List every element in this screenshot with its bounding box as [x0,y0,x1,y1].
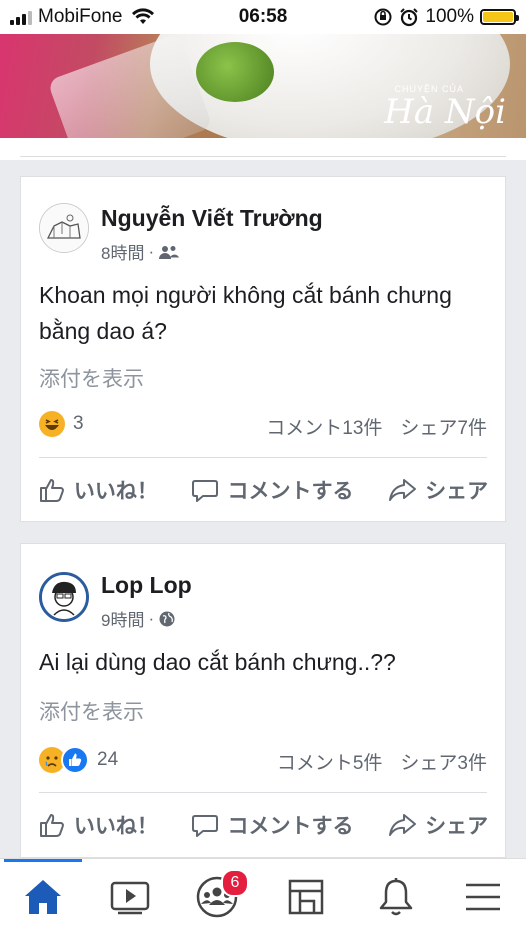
battery-icon [480,9,519,25]
share-button[interactable]: シェア [387,475,488,505]
show-attachment-link[interactable]: 添付を表示 [39,363,144,393]
post-text: Khoan mọi người không cắt bánh chưng bằn… [39,282,452,344]
notifications-icon [379,878,413,916]
alarm-icon [400,8,419,27]
divider [39,792,487,793]
avatar[interactable] [39,203,89,253]
share-icon [389,814,417,836]
reaction-count: 3 [73,413,84,434]
rotation-lock-icon [374,8,392,26]
notification-badge: 6 [221,869,249,897]
like-label: いいね！ [73,815,158,838]
cartoon-avatar-icon [42,575,86,619]
show-attachment-link[interactable]: 添付を表示 [39,696,144,726]
post-text: Ai lại dùng dao cắt bánh chưng..?? [39,649,396,675]
reaction-summary[interactable]: 3 [39,411,84,437]
comment-button[interactable]: コメントする [191,475,353,505]
like-label: いいね！ [73,480,158,503]
like-reaction-icon [61,746,89,774]
watch-icon [110,881,150,915]
post-time[interactable]: 8時間 [101,239,144,264]
watch-tab[interactable] [106,875,154,919]
home-icon [25,880,61,914]
comment-label: コメントする [227,815,354,838]
marketplace-tab[interactable] [282,875,330,919]
menu-tab[interactable] [459,875,507,919]
like-button[interactable]: いいね！ [38,475,158,505]
share-icon [389,479,417,501]
engagement-counts: コメント13件 シェア7件 [266,413,487,440]
bottom-nav: 6 [0,858,526,934]
post-image[interactable]: CHUYỆN CỦA Hà Nội [0,34,526,138]
share-count[interactable]: シェア7件 [400,413,487,440]
sketch-avatar-icon [40,204,88,252]
author-name[interactable]: Nguyễn Viết Trường [101,205,323,232]
status-right: 100% [373,6,519,28]
comment-icon [192,480,219,502]
share-button[interactable]: シェア [387,810,488,840]
thumbs-up-icon [39,479,64,502]
comment-button[interactable]: コメントする [191,810,353,840]
groups-tab[interactable]: 6 [193,869,249,919]
menu-icon [466,883,500,911]
share-label: シェア [425,815,489,838]
battery-percent: 100% [425,6,474,27]
status-bar: MobiFone 06:58 100% [0,0,526,34]
globe-icon [159,611,175,626]
notifications-tab[interactable] [372,875,420,919]
comment-count[interactable]: コメント13件 [266,413,382,440]
home-tab[interactable] [19,875,67,919]
author-name[interactable]: Lop Lop [101,572,192,599]
comment-label: コメントする [227,480,354,503]
comment-count[interactable]: コメント5件 [277,748,383,775]
post-time[interactable]: 9時間 [101,606,144,631]
action-bar: いいね！ コメントする シェア [21,475,505,505]
watermark: Hà Nội [384,92,506,132]
thumbs-up-icon [39,814,64,837]
avatar[interactable] [39,572,89,622]
friends-icon [159,245,180,259]
share-count[interactable]: シェア3件 [400,748,487,775]
marketplace-icon [288,879,324,915]
divider [39,457,487,458]
engagement-counts: コメント5件 シェア3件 [277,748,487,775]
post-meta: 8時間 · [101,239,180,264]
previous-post-footer [0,138,526,160]
post-meta: 9時間 · [101,606,176,631]
reaction-summary[interactable]: 24 [39,746,118,774]
action-bar: いいね！ コメントする シェア [21,810,505,840]
like-button[interactable]: いいね！ [38,810,158,840]
post-card: Lop Lop 9時間 · Ai lại dùng dao cắt bánh c… [20,543,506,858]
active-tab-indicator [4,859,82,862]
comment-icon [192,815,219,837]
share-label: シェア [425,480,489,503]
reaction-count: 24 [97,749,119,770]
post-card: Nguyễn Viết Trường 8時間 · Khoan mọi người… [20,176,506,522]
haha-reaction-icon [39,411,65,437]
